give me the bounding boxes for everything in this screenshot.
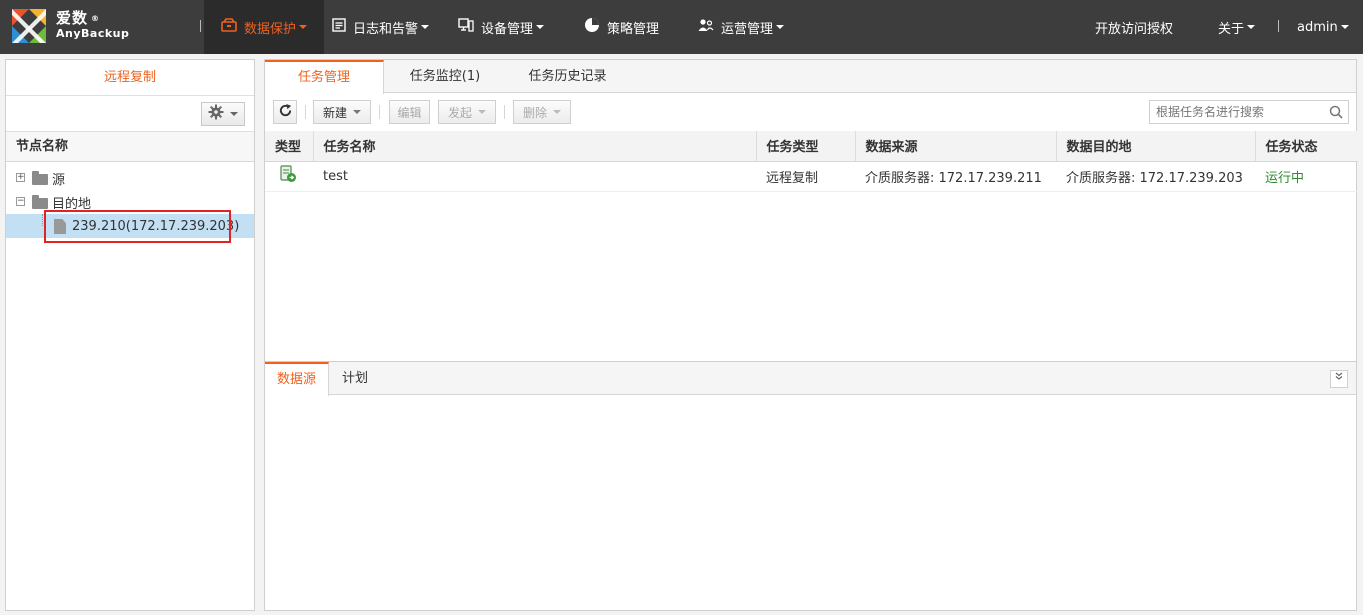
- folder-open-icon: [32, 195, 48, 209]
- column-header-task-name[interactable]: 任务名称: [313, 131, 757, 162]
- nav-label: 数据保护: [243, 21, 296, 37]
- logo-en-text: AnyBackup: [56, 27, 130, 40]
- nav-label: 策略管理: [607, 21, 660, 37]
- chevron-down-icon: [421, 25, 430, 29]
- task-search-box: [1149, 100, 1349, 124]
- detail-panel: 数据源 计划: [265, 361, 1356, 611]
- nav-label: 运营管理: [721, 21, 774, 37]
- table-row[interactable]: test 远程复制 介质服务器: 172.17.239.211 介质服务器: 1…: [265, 161, 1358, 192]
- nav-label: 设备管理: [481, 21, 534, 37]
- launch-dropdown-button[interactable]: 发起: [438, 100, 496, 124]
- nav-label: 日志和告警: [353, 21, 419, 37]
- refresh-button[interactable]: [273, 100, 297, 124]
- tab-schedule[interactable]: 计划: [329, 362, 381, 395]
- table-header-row: 类型 任务名称 任务类型 数据来源 数据目的地 任务状态: [265, 131, 1358, 162]
- toolbar-divider: [379, 105, 380, 119]
- open-access-authorization-link[interactable]: 开放访问授权: [1095, 0, 1173, 54]
- nav-divider: [200, 20, 201, 32]
- settings-dropdown-button[interactable]: [201, 102, 245, 126]
- column-header-task-status[interactable]: 任务状态: [1255, 131, 1358, 162]
- users-icon: [698, 18, 714, 36]
- node-tree-panel: 远程复制 节点名称 + 源 − 目的地 239.210(172.17.239.2…: [5, 59, 255, 611]
- column-header-data-source[interactable]: 数据来源: [855, 131, 1057, 162]
- highlight-annotation-box: [44, 210, 231, 243]
- chevron-down-icon: [776, 25, 785, 29]
- user-menu[interactable]: admin: [1297, 0, 1349, 54]
- tree-node-label: 源: [52, 172, 66, 188]
- button-label: 编辑: [397, 105, 422, 120]
- task-panel: 任务管理 任务监控(1) 任务历史记录 新建 编辑 发起 删除 根据任务名进行搜…: [264, 59, 1358, 611]
- logo-cn-text: 爱数: [56, 9, 89, 27]
- tab-task-monitor[interactable]: 任务监控(1): [385, 60, 505, 93]
- collapse-panel-button[interactable]: [1330, 370, 1348, 388]
- task-type-text-cell: 远程复制: [756, 161, 855, 192]
- about-menu[interactable]: 关于: [1218, 0, 1256, 54]
- chevron-down-icon: [478, 110, 486, 114]
- chevron-down-icon: [230, 112, 238, 116]
- delete-dropdown-button[interactable]: 删除: [513, 100, 571, 124]
- tab-task-management[interactable]: 任务管理: [265, 60, 384, 94]
- panel-title: 远程复制: [6, 60, 254, 96]
- logo-mark-icon: [12, 9, 46, 43]
- task-search-input[interactable]: [1150, 101, 1325, 123]
- pie-icon: [584, 17, 600, 37]
- task-status-cell: 运行中: [1255, 161, 1358, 192]
- button-label: 删除: [522, 105, 547, 120]
- column-header-task-type[interactable]: 任务类型: [756, 131, 856, 162]
- chevron-down-icon: [353, 110, 361, 114]
- nav-logs-alerts[interactable]: 日志和告警: [332, 0, 430, 54]
- tab-data-source[interactable]: 数据源: [265, 362, 329, 396]
- replication-task-icon: [279, 165, 297, 187]
- nav-label: 开放访问授权: [1095, 21, 1174, 37]
- nav-data-protection[interactable]: 数据保护: [204, 0, 324, 54]
- expand-plus-icon[interactable]: +: [16, 173, 25, 182]
- nav-operations-management[interactable]: 运营管理: [698, 0, 785, 54]
- data-destination-cell: 介质服务器: 172.17.239.203: [1056, 161, 1255, 192]
- app-logo[interactable]: 爱数 ® AnyBackup: [12, 9, 129, 43]
- data-protect-icon: [221, 18, 237, 36]
- toolbar-divider: [504, 105, 505, 119]
- new-dropdown-button[interactable]: 新建: [313, 100, 371, 124]
- column-header-type[interactable]: 类型: [265, 131, 314, 162]
- refresh-icon: [278, 103, 293, 121]
- username-label: admin: [1297, 19, 1338, 35]
- gear-icon: [208, 104, 224, 124]
- task-toolbar: 新建 编辑 发起 删除: [265, 93, 1356, 130]
- task-name-cell: test: [313, 161, 756, 192]
- tree-node-source[interactable]: + 源: [6, 166, 254, 190]
- chevron-down-icon: [1247, 25, 1256, 29]
- nav-policy-management[interactable]: 策略管理: [584, 0, 659, 54]
- chevron-down-icon: [553, 110, 561, 114]
- toolbar-divider: [305, 105, 306, 119]
- task-tabs: 任务管理 任务监控(1) 任务历史记录: [265, 60, 1356, 94]
- search-icon[interactable]: [1329, 105, 1343, 123]
- edit-button[interactable]: 编辑: [389, 100, 430, 124]
- task-type-cell: [265, 161, 313, 192]
- device-icon: [458, 18, 474, 36]
- detail-tabs: 数据源 计划: [265, 362, 1356, 396]
- tree-toolbar: [6, 96, 254, 132]
- chevron-down-icon: [299, 25, 307, 29]
- logo-registered-mark: ®: [91, 14, 101, 23]
- nav-divider: [1278, 20, 1279, 32]
- chevron-down-icon: [536, 25, 545, 29]
- nav-device-management[interactable]: 设备管理: [458, 0, 545, 54]
- log-icon: [332, 18, 346, 36]
- task-table: 类型 任务名称 任务类型 数据来源 数据目的地 任务状态 test 远程复制 介…: [265, 131, 1358, 192]
- folder-icon: [32, 171, 48, 185]
- collapse-minus-icon[interactable]: −: [16, 197, 25, 206]
- tree-node-label: 目的地: [52, 196, 92, 212]
- double-chevron-down-icon: [1335, 372, 1343, 383]
- data-source-cell: 介质服务器: 172.17.239.211: [855, 161, 1056, 192]
- tree-column-header: 节点名称: [6, 132, 254, 162]
- nav-label: 关于: [1218, 21, 1245, 37]
- top-nav-bar: 爱数® AnyBackup 数据保护 日志和告警 设备管理 策略管理 运营管理: [0, 0, 1363, 54]
- button-label: 发起: [447, 105, 472, 120]
- column-header-data-destination[interactable]: 数据目的地: [1056, 131, 1256, 162]
- chevron-down-icon: [1340, 25, 1349, 29]
- tree-connector-line: [42, 214, 43, 226]
- tab-task-history[interactable]: 任务历史记录: [505, 60, 630, 93]
- button-label: 新建: [322, 105, 347, 120]
